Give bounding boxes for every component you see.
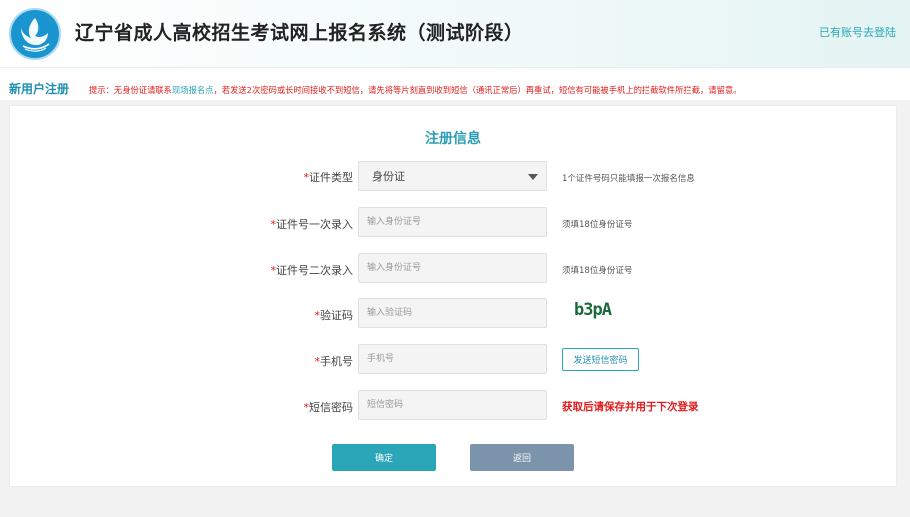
chevron-down-icon xyxy=(528,174,538,180)
id-first-label: *证件号一次录入 xyxy=(271,216,354,232)
header: 辽宁省成人高校招生考试网上报名系统（测试阶段） 已有账号去登陆 xyxy=(0,0,910,68)
id-type-hint: 1个证件号码只能填报一次报名信息 xyxy=(562,174,695,184)
confirm-button[interactable]: 确定 xyxy=(332,444,436,471)
sms-password-label-text: 短信密码 xyxy=(309,401,353,414)
sms-password-label: *短信密码 xyxy=(304,399,354,415)
captcha-label-text: 验证码 xyxy=(320,309,353,322)
send-sms-button[interactable]: 发送短信密码 xyxy=(562,348,639,371)
id-type-label: *证件类型 xyxy=(304,169,354,185)
captcha-label: *验证码 xyxy=(315,307,354,323)
sms-password-input[interactable] xyxy=(358,390,547,420)
id-second-label: *证件号二次录入 xyxy=(271,262,354,278)
captcha-image[interactable]: b3pA xyxy=(572,300,632,324)
form-title: 注册信息 xyxy=(425,131,481,147)
back-button[interactable]: 返回 xyxy=(470,444,574,471)
notice-text: 提示：无身份证请联系现场报名点，若发送2次密码或长时间接收不到短信，请先将等片刻… xyxy=(89,84,741,96)
phone-input[interactable] xyxy=(358,344,547,374)
captcha-code: b3pA xyxy=(574,300,612,320)
phone-label: *手机号 xyxy=(315,353,354,369)
phone-label-text: 手机号 xyxy=(320,355,353,368)
onsite-registration-link[interactable]: 现场报名点 xyxy=(172,85,214,95)
id-first-input[interactable] xyxy=(358,207,547,237)
id-first-hint: 须填18位身份证号 xyxy=(562,220,633,230)
id-second-hint: 须填18位身份证号 xyxy=(562,266,633,276)
registration-panel: 注册信息 *证件类型 身份证 1个证件号码只能填报一次报名信息 *证件号一次录入… xyxy=(10,106,896,486)
id-type-label-text: 证件类型 xyxy=(309,171,353,184)
notice-prefix: 提示：无身份证请联系 xyxy=(89,85,172,95)
id-second-input[interactable] xyxy=(358,253,547,283)
id-type-select[interactable]: 身份证 xyxy=(358,161,547,191)
id-type-value: 身份证 xyxy=(372,170,405,183)
sms-password-hint: 获取后请保存并用于下次登录 xyxy=(562,401,699,413)
dove-logo-icon xyxy=(9,8,61,60)
id-first-label-text: 证件号一次录入 xyxy=(276,218,353,231)
section-title: 新用户注册 xyxy=(9,82,70,96)
site-title: 辽宁省成人高校招生考试网上报名系统（测试阶段） xyxy=(75,22,524,44)
notice-rest: ，若发送2次密码或长时间接收不到短信，请先将等片刻直到收到短信（通讯正常后）再重… xyxy=(213,85,742,95)
captcha-input[interactable] xyxy=(358,298,547,328)
notice-bar: 新用户注册 提示：无身份证请联系现场报名点，若发送2次密码或长时间接收不到短信，… xyxy=(0,68,910,100)
login-link[interactable]: 已有账号去登陆 xyxy=(819,24,896,40)
id-second-label-text: 证件号二次录入 xyxy=(276,264,353,277)
